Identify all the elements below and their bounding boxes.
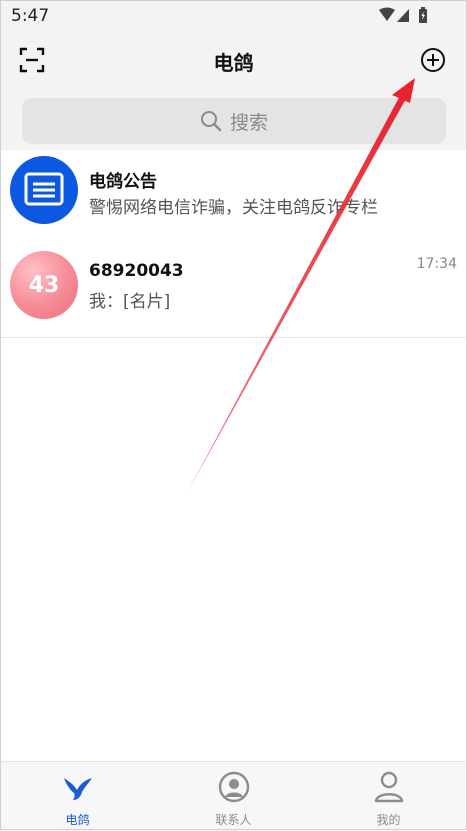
header: 电鸽 搜索 <box>0 32 467 150</box>
conversation-preview: 我：[名片] <box>89 292 171 312</box>
status-time: 5:47 <box>11 6 50 26</box>
search-icon <box>200 111 222 132</box>
status-icons <box>377 6 437 26</box>
tab-me[interactable]: 我的 <box>311 762 466 831</box>
conversation-name: 68920043 <box>89 261 184 281</box>
bottom-nav: 电鸽 联系人 我的 <box>0 761 467 831</box>
search-input[interactable]: 搜索 <box>22 98 446 144</box>
page-title: 电鸽 <box>213 51 254 75</box>
profile-icon <box>374 771 403 803</box>
avatar: 43 <box>10 251 78 319</box>
tab-contacts[interactable]: 联系人 <box>156 762 311 831</box>
tab-label: 我的 <box>376 813 401 827</box>
conversation-preview: 警惕网络电信诈骗，关注电鸽反诈专栏 <box>89 198 378 218</box>
notice-avatar <box>10 156 78 224</box>
search-placeholder: 搜索 <box>229 111 268 134</box>
tab-label: 电鸽 <box>65 813 90 827</box>
notice-icon <box>24 172 64 206</box>
conversation-name: 电鸽公告 <box>89 172 157 192</box>
list-item[interactable]: 电鸽公告 警惕网络电信诈骗，关注电鸽反诈专栏 <box>0 150 467 244</box>
conversation-time: 17:34 <box>416 256 457 272</box>
signal-battery-icon <box>379 7 427 23</box>
tab-label: 联系人 <box>215 813 252 827</box>
status-bar: 5:47 <box>0 0 467 32</box>
add-icon[interactable] <box>419 46 447 74</box>
tab-home[interactable]: 电鸽 <box>0 762 155 831</box>
list-item[interactable]: 43 68920043 我：[名片] 17:34 <box>0 244 467 338</box>
contacts-icon <box>218 771 249 803</box>
pigeon-icon <box>63 778 92 800</box>
